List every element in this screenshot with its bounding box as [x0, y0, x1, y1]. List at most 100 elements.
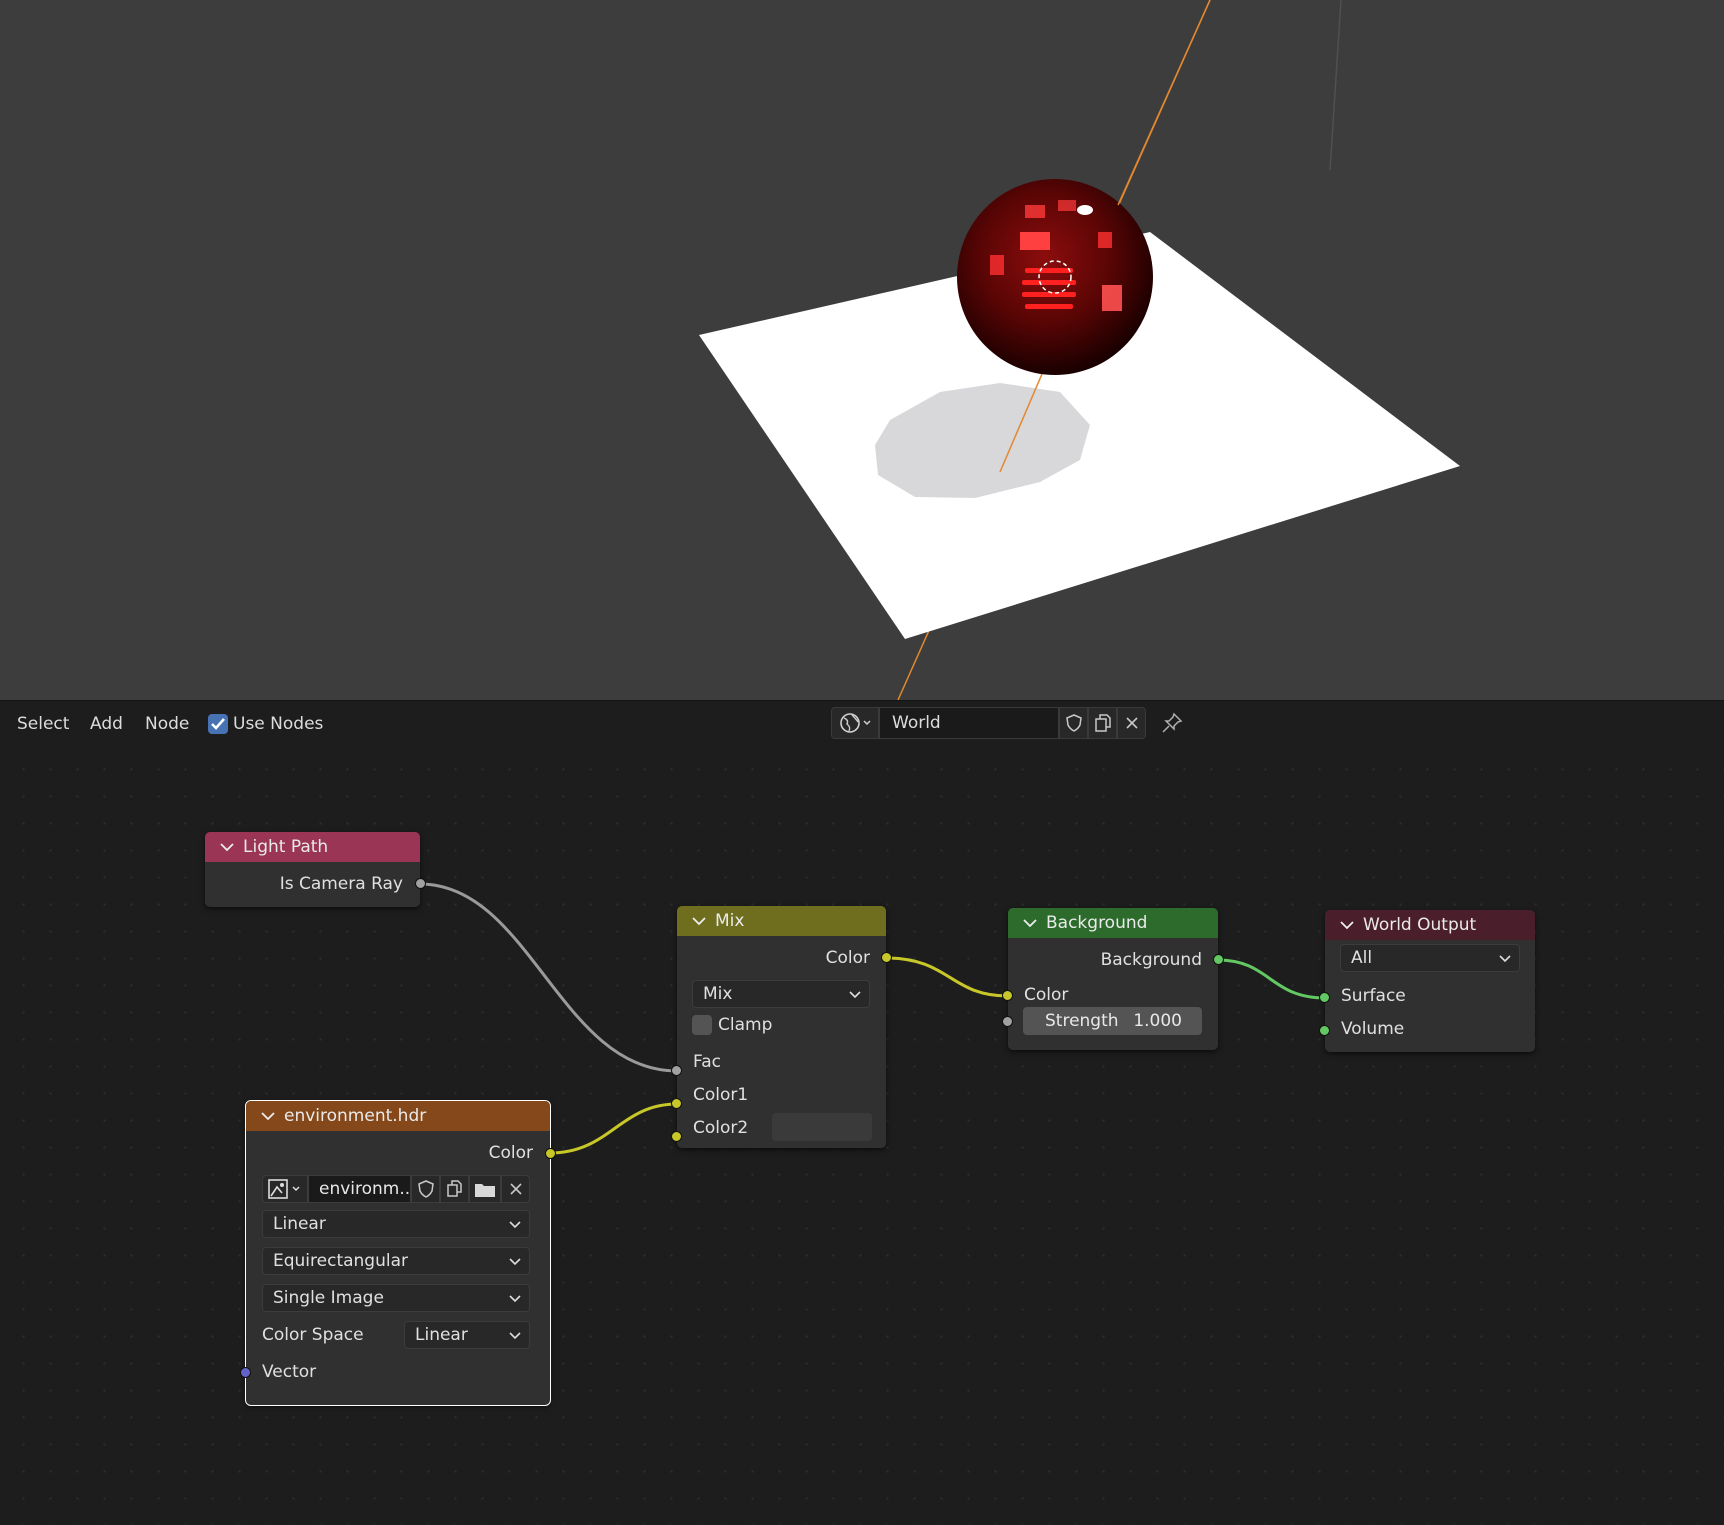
pin-button[interactable]	[1160, 711, 1184, 735]
link-background-to-surface	[1217, 958, 1326, 1000]
blend-mode-dropdown[interactable]: Mix	[692, 980, 870, 1008]
link-env-color-to-color1	[549, 1102, 678, 1155]
mix-color-output-socket[interactable]	[881, 952, 892, 963]
vector-label: Vector	[262, 1362, 317, 1382]
surface-socket[interactable]	[1319, 992, 1330, 1003]
background-output-label: Background	[1100, 950, 1202, 970]
color2-label: Color2	[693, 1118, 749, 1138]
axis-line-top	[1117, 0, 1211, 206]
mix-header[interactable]: Mix	[677, 906, 886, 936]
clamp-checkbox[interactable]	[692, 1015, 712, 1035]
unlink-world-button[interactable]	[1117, 707, 1146, 739]
environment-header[interactable]: environment.hdr	[246, 1101, 550, 1131]
shield-icon	[1065, 714, 1082, 732]
volume-label: Volume	[1341, 1019, 1405, 1039]
duplicate-icon	[446, 1180, 462, 1197]
image-duplicate-button[interactable]	[440, 1175, 469, 1203]
chevron-down-icon[interactable]	[1023, 917, 1037, 929]
node-title: Background	[1046, 913, 1148, 933]
chevron-down-icon[interactable]	[1340, 919, 1354, 931]
light-path-header[interactable]: Light Path	[205, 832, 420, 862]
chevron-down-icon[interactable]	[261, 1110, 275, 1122]
image-fake-user-button[interactable]	[411, 1175, 440, 1203]
interpolation-value: Linear	[273, 1214, 326, 1234]
projection-value: Equirectangular	[273, 1251, 409, 1271]
chevron-down-icon	[509, 1258, 521, 1266]
color-space-value: Linear	[415, 1325, 468, 1345]
env-color-output-socket[interactable]	[545, 1148, 556, 1159]
use-nodes-label: Use Nodes	[233, 714, 324, 734]
is-camera-ray-label: Is Camera Ray	[279, 874, 403, 894]
chevron-down-icon[interactable]	[692, 915, 706, 927]
chevron-down-icon	[292, 1186, 300, 1192]
volume-socket[interactable]	[1319, 1025, 1330, 1036]
background-header[interactable]: Background	[1008, 908, 1218, 938]
checkmark-icon	[211, 718, 225, 730]
projection-dropdown[interactable]: Equirectangular	[262, 1247, 530, 1275]
image-icon	[268, 1179, 300, 1199]
environment-texture-node[interactable]: environment.hdr Color environm... Linear…	[240, 1100, 556, 1406]
grid-line	[1329, 0, 1342, 171]
3d-viewport[interactable]	[0, 0, 1724, 700]
fac-socket[interactable]	[671, 1065, 682, 1076]
world-globe-icon	[840, 713, 871, 733]
use-nodes-checkbox[interactable]	[208, 714, 228, 734]
mix-node[interactable]: Mix Color Mix Clamp Fac Color1 Color2	[671, 906, 892, 1148]
folder-icon	[475, 1184, 495, 1197]
node-title: World Output	[1363, 915, 1477, 935]
menu-select[interactable]: Select	[17, 701, 69, 747]
target-value: All	[1351, 948, 1373, 968]
background-node[interactable]: Background Background Color Strength 1.0…	[1002, 908, 1224, 1050]
strength-label: Strength	[1045, 1011, 1119, 1031]
link-mix-to-background	[885, 956, 1009, 998]
duplicate-icon	[1094, 714, 1111, 732]
world-output-node[interactable]: World Output All Surface Volume	[1319, 910, 1535, 1052]
red-sphere[interactable]	[957, 179, 1153, 375]
world-name-field[interactable]: World	[879, 707, 1059, 739]
node-title: environment.hdr	[284, 1106, 427, 1126]
menu-node[interactable]: Node	[145, 701, 189, 747]
source-value: Single Image	[273, 1288, 384, 1308]
color2-swatch[interactable]	[772, 1113, 872, 1141]
node-title: Mix	[715, 911, 745, 931]
is-camera-ray-socket[interactable]	[415, 878, 426, 889]
color1-socket[interactable]	[671, 1098, 682, 1109]
chevron-down-icon[interactable]	[220, 841, 234, 853]
node-editor-canvas[interactable]: Light Path Is Camera Ray Mix Color Mix C…	[0, 746, 1724, 1525]
color2-socket[interactable]	[671, 1131, 682, 1142]
image-open-button[interactable]	[469, 1175, 501, 1203]
fake-user-button[interactable]	[1059, 707, 1088, 739]
world-output-header[interactable]: World Output	[1325, 910, 1535, 940]
menu-add[interactable]: Add	[90, 701, 123, 747]
surface-label: Surface	[1341, 986, 1406, 1006]
strength-socket[interactable]	[1002, 1016, 1013, 1027]
target-dropdown[interactable]: All	[1340, 944, 1520, 972]
source-dropdown[interactable]: Single Image	[262, 1284, 530, 1312]
image-browse-button[interactable]	[262, 1175, 308, 1203]
background-output-socket[interactable]	[1213, 954, 1224, 965]
chevron-down-icon	[863, 720, 871, 726]
image-unlink-button[interactable]	[501, 1175, 530, 1203]
vector-socket[interactable]	[240, 1367, 251, 1378]
chevron-down-icon	[849, 991, 861, 999]
color-space-label: Color Space	[262, 1325, 364, 1345]
chevron-down-icon	[509, 1332, 521, 1340]
color1-label: Color1	[693, 1085, 749, 1105]
light-path-node[interactable]: Light Path Is Camera Ray	[205, 832, 426, 907]
pin-icon	[1162, 712, 1183, 733]
duplicate-world-button[interactable]	[1088, 707, 1117, 739]
color-space-dropdown[interactable]: Linear	[404, 1321, 530, 1349]
close-icon	[1125, 717, 1138, 729]
mix-color-output-label: Color	[825, 948, 870, 968]
image-name-field[interactable]: environm...	[308, 1175, 411, 1203]
interpolation-dropdown[interactable]: Linear	[262, 1210, 530, 1238]
env-color-output-label: Color	[488, 1143, 533, 1163]
fac-label: Fac	[693, 1052, 721, 1072]
strength-value: 1.000	[1133, 1011, 1182, 1031]
background-color-socket[interactable]	[1002, 990, 1013, 1001]
viewport-scene	[699, 0, 1460, 700]
world-browse-button[interactable]	[831, 707, 879, 739]
shield-icon	[417, 1180, 434, 1198]
strength-field[interactable]: Strength 1.000	[1023, 1007, 1202, 1035]
world-selector: World	[831, 707, 1146, 739]
